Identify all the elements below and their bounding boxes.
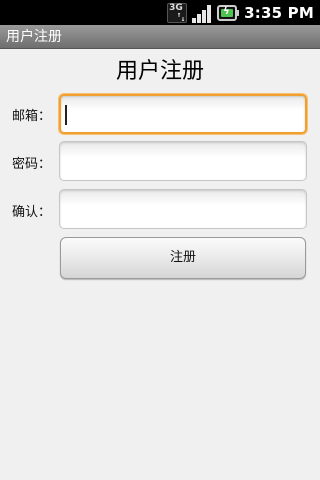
text-cursor — [65, 105, 67, 125]
password-label: 密码： — [12, 157, 52, 172]
data-arrows-icon — [178, 12, 185, 21]
password-field-container[interactable] — [59, 141, 307, 181]
network-type-label: 3G — [169, 2, 183, 13]
battery-charging-icon: ϟ — [217, 3, 240, 23]
title-bar: 用户注册 — [0, 25, 320, 49]
status-icons: 3G ϟ 3:35 PM — [167, 0, 314, 25]
email-field-container[interactable] — [59, 94, 307, 134]
email-field[interactable] — [61, 96, 305, 132]
confirm-field-container[interactable] — [59, 189, 307, 229]
confirm-password-field[interactable] — [60, 190, 306, 228]
3g-data-icon: 3G — [167, 2, 188, 23]
status-bar: 3G ϟ 3:35 PM — [0, 0, 320, 25]
confirm-label: 确认： — [12, 205, 52, 220]
password-field[interactable] — [60, 142, 306, 180]
window-title: 用户注册 — [6, 29, 62, 45]
status-clock: 3:35 PM — [244, 3, 314, 22]
page-title: 用户注册 — [115, 59, 204, 84]
register-button[interactable]: 注册 — [60, 237, 306, 279]
signal-strength-icon — [192, 3, 212, 23]
email-label: 邮箱： — [12, 109, 52, 124]
